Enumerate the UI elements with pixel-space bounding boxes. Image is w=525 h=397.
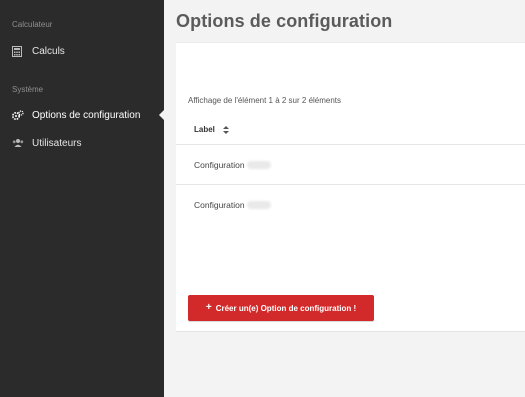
calculator-icon: [12, 45, 26, 57]
cogs-icon: [12, 109, 26, 121]
sidebar: Calculateur Calculs Système Options de c…: [0, 0, 165, 397]
page-title: Options de configuration: [176, 11, 393, 31]
content-panel: Affichage de l'élément 1 à 2 sur 2 éléme…: [176, 42, 525, 332]
table-row[interactable]: Configuration: [176, 144, 525, 184]
redacted-text: [246, 200, 271, 209]
column-header-text: Label: [194, 125, 215, 134]
redacted-text: [246, 160, 271, 169]
plus-icon: +: [205, 302, 212, 313]
sidebar-item-label: Calculs: [32, 45, 65, 57]
sidebar-item-utilisateurs[interactable]: Utilisateurs: [0, 134, 164, 152]
create-button-label: Créer un(e) Option de configuration !: [215, 303, 357, 313]
pagination-info: Affichage de l'élément 1 à 2 sur 2 éléme…: [188, 96, 342, 105]
sidebar-item-label: Options de configuration: [32, 109, 141, 121]
row-label: Configuration: [194, 199, 245, 210]
sidebar-section-title-systeme: Système: [12, 85, 44, 94]
sidebar-item-label: Utilisateurs: [32, 137, 82, 149]
active-indicator: [159, 109, 165, 121]
table-row[interactable]: Configuration: [176, 184, 525, 224]
row-label: Configuration: [194, 159, 245, 170]
sidebar-section-title-calculateur: Calculateur: [12, 20, 53, 29]
create-configuration-option-button[interactable]: + Créer un(e) Option de configuration !: [188, 295, 374, 321]
sort-icon[interactable]: [222, 125, 229, 134]
sidebar-item-options-de-configuration[interactable]: Options de configuration: [0, 106, 165, 124]
users-icon: [12, 137, 26, 149]
sidebar-item-calculs[interactable]: Calculs: [0, 42, 164, 60]
column-header-label[interactable]: Label: [194, 125, 229, 134]
